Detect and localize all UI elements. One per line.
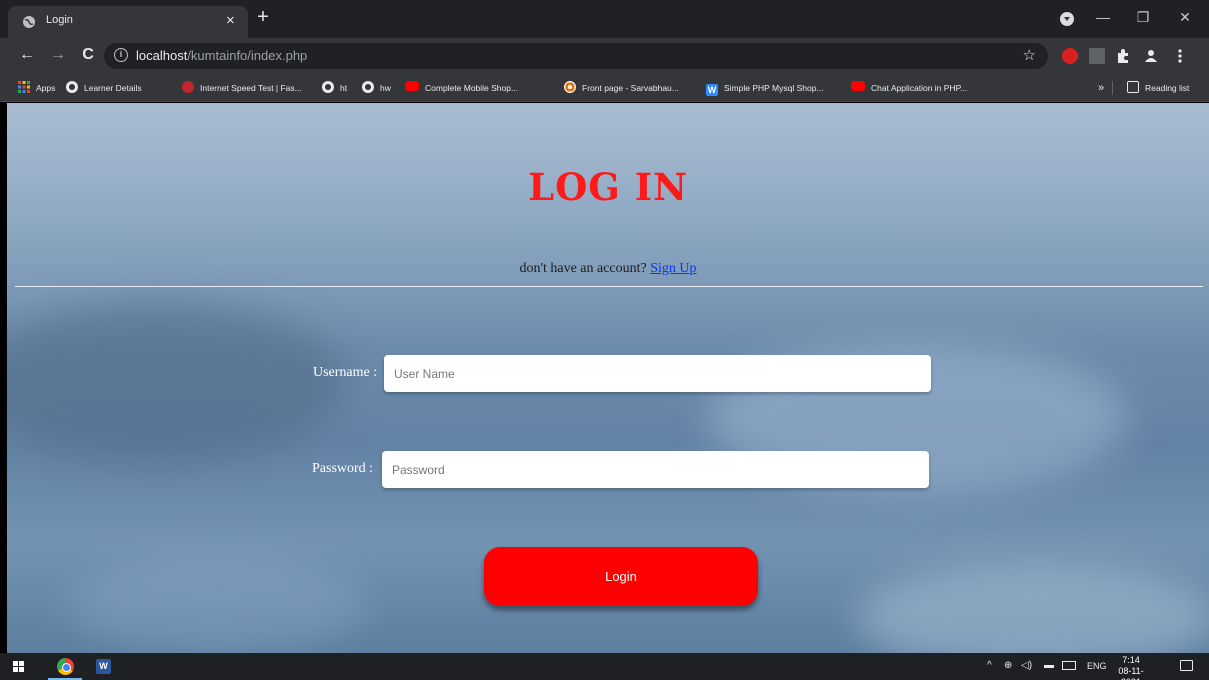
bookmark-label: hw bbox=[380, 83, 391, 93]
extensions-puzzle-icon[interactable] bbox=[1115, 48, 1131, 64]
word-taskbar-icon[interactable]: W bbox=[96, 659, 111, 674]
bookmark-php-mysql-shop[interactable]: W Simple PHP Mysql Shop... bbox=[706, 80, 824, 96]
address-url[interactable]: localhost/kumtainfo/index.php bbox=[136, 48, 307, 63]
globe-icon bbox=[322, 81, 334, 93]
network-globe-icon[interactable]: ⊕ bbox=[1004, 659, 1012, 673]
signup-prompt-text: don't have an account? bbox=[519, 261, 647, 276]
address-bar[interactable]: i localhost/kumtainfo/index.php ☆ bbox=[104, 43, 1048, 69]
bookmark-label: Learner Details bbox=[84, 83, 142, 93]
back-button[interactable]: ← bbox=[16, 44, 38, 66]
clock-time: 7:14 bbox=[1122, 655, 1140, 665]
signup-link[interactable]: Sign Up bbox=[650, 261, 696, 276]
bookmarks-overflow-button[interactable]: » bbox=[1098, 80, 1104, 96]
username-input[interactable] bbox=[384, 355, 931, 392]
browser-toolbar: ← → C i localhost/kumtainfo/index.php ☆ bbox=[0, 38, 1209, 74]
page-title: LOG IN bbox=[528, 165, 688, 209]
profile-avatar-icon[interactable] bbox=[1143, 48, 1159, 64]
header-divider bbox=[15, 286, 1203, 287]
bookmark-label: Complete Mobile Shop... bbox=[425, 83, 519, 93]
address-host: localhost bbox=[136, 48, 188, 63]
reading-list-label: Reading list bbox=[1145, 83, 1190, 93]
reload-button[interactable]: C bbox=[77, 44, 99, 66]
globe-icon bbox=[66, 81, 78, 93]
taskbar-clock[interactable]: 7:14 08-11-2021 bbox=[1111, 655, 1151, 680]
language-indicator[interactable]: ENG bbox=[1087, 659, 1107, 673]
reading-list-button[interactable]: Reading list bbox=[1127, 80, 1189, 96]
bookmarks-divider bbox=[1112, 81, 1113, 95]
apps-grid-icon bbox=[18, 81, 30, 93]
volume-icon[interactable]: ◁) bbox=[1021, 659, 1032, 673]
bookmark-star-icon[interactable]: ☆ bbox=[1023, 46, 1036, 64]
tab-title: Login bbox=[46, 14, 73, 26]
windows-taskbar: W ^ ⊕ ◁) ▬ ENG 7:14 08-11-2021 bbox=[0, 653, 1209, 680]
bookmark-label: ht bbox=[340, 83, 348, 93]
bookmark-label: Chat Application in PHP... bbox=[871, 83, 968, 93]
youtube-icon bbox=[405, 81, 419, 91]
browser-tab[interactable]: Login × bbox=[8, 6, 248, 38]
tab-close-icon[interactable]: × bbox=[226, 11, 235, 31]
bookmark-apps[interactable]: Apps bbox=[18, 80, 55, 96]
restore-button[interactable]: ❐ bbox=[1127, 4, 1159, 30]
site-info-icon[interactable]: i bbox=[114, 48, 128, 62]
bookmark-chat-application[interactable]: Chat Application in PHP... bbox=[851, 80, 967, 96]
more-menu-icon[interactable] bbox=[1172, 48, 1188, 64]
bookmark-label: Front page - Sarvabhau... bbox=[582, 83, 679, 93]
login-page: LOG IN don't have an account? Sign Up Us… bbox=[7, 103, 1209, 653]
background-cloud bbox=[857, 563, 1209, 653]
background-cloud bbox=[7, 303, 347, 463]
windows-start-icon[interactable] bbox=[13, 661, 24, 672]
battery-icon[interactable]: ▬ bbox=[1044, 659, 1054, 673]
extension-red-icon[interactable] bbox=[1062, 48, 1078, 64]
login-button[interactable]: Login bbox=[484, 547, 758, 606]
clock-date: 08-11-2021 bbox=[1118, 666, 1144, 680]
bookmark-mobile-shop[interactable]: Complete Mobile Shop... bbox=[405, 80, 518, 96]
w-icon: W bbox=[706, 84, 718, 96]
forward-button[interactable]: → bbox=[47, 44, 69, 66]
close-window-button[interactable]: ✕ bbox=[1169, 4, 1201, 30]
tab-search-icon[interactable] bbox=[1060, 12, 1074, 26]
keyboard-icon[interactable] bbox=[1062, 661, 1076, 670]
globe-icon bbox=[23, 16, 35, 28]
bookmark-ht[interactable]: ht bbox=[322, 80, 347, 96]
notification-center-icon[interactable] bbox=[1180, 660, 1193, 671]
bookmark-hw[interactable]: hw bbox=[362, 80, 391, 96]
bookmark-speed-test[interactable]: Internet Speed Test | Fas... bbox=[182, 80, 302, 96]
signup-prompt: don't have an account? Sign Up bbox=[7, 261, 1209, 277]
speedometer-icon bbox=[182, 81, 194, 93]
password-input[interactable] bbox=[382, 451, 929, 488]
bookmark-label: Simple PHP Mysql Shop... bbox=[724, 83, 824, 93]
bookmark-front-page[interactable]: Front page - Sarvabhau... bbox=[564, 80, 679, 96]
reading-list-icon bbox=[1127, 81, 1139, 93]
bookmarks-bar: Apps Learner Details Internet Speed Test… bbox=[0, 74, 1209, 102]
globe-icon bbox=[362, 81, 374, 93]
bookmark-label: Apps bbox=[36, 83, 56, 93]
minimize-button[interactable]: — bbox=[1087, 4, 1119, 30]
youtube-icon bbox=[851, 81, 865, 91]
chrome-taskbar-icon[interactable] bbox=[57, 658, 74, 675]
bookmark-label: Internet Speed Test | Fas... bbox=[200, 83, 302, 93]
password-label: Password : bbox=[312, 461, 374, 476]
extension-grey-icon[interactable] bbox=[1089, 48, 1105, 64]
browser-tab-strip: Login × + — ❐ ✕ bbox=[0, 0, 1209, 38]
bookmark-learner-details[interactable]: Learner Details bbox=[66, 80, 142, 96]
background-cloud bbox=[67, 553, 367, 653]
new-tab-button[interactable]: + bbox=[252, 7, 274, 29]
username-label: Username : bbox=[313, 365, 378, 380]
chevron-up-icon[interactable]: ^ bbox=[987, 659, 992, 673]
target-icon bbox=[564, 81, 576, 93]
address-path: /kumtainfo/index.php bbox=[187, 48, 308, 63]
